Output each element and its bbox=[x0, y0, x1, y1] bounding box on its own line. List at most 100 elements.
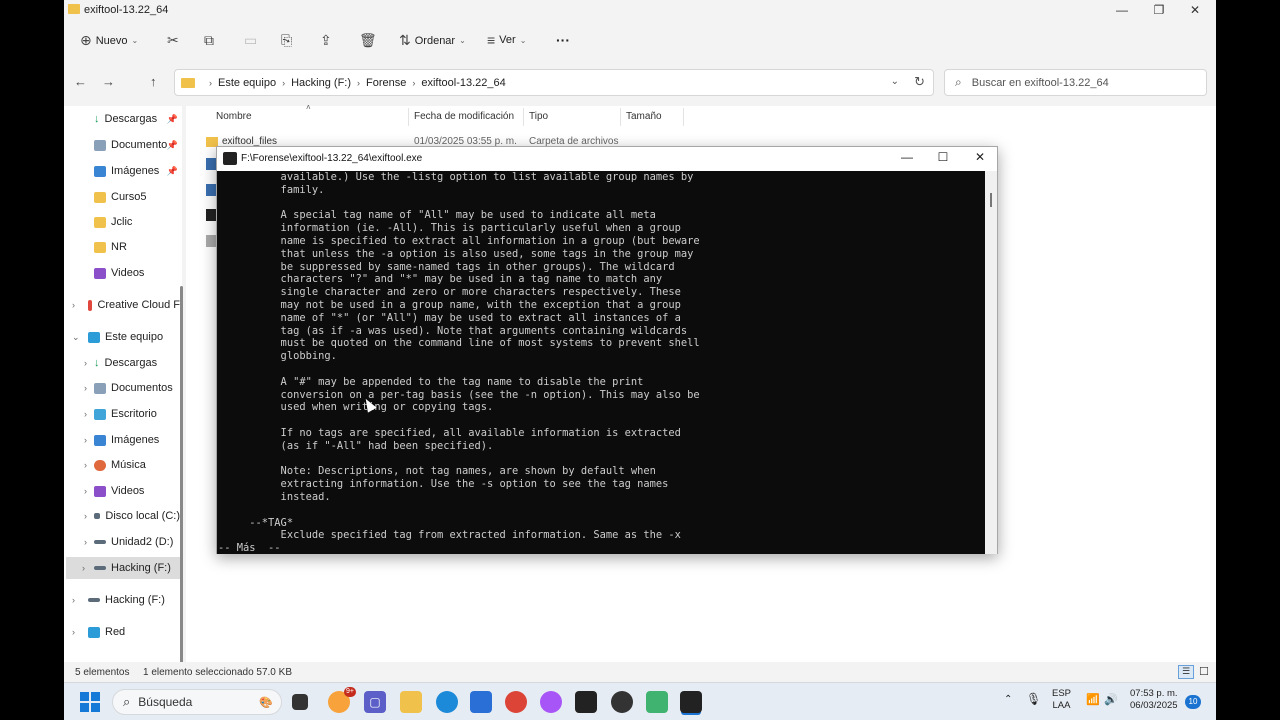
column-divider[interactable] bbox=[408, 108, 409, 126]
task-view-icon[interactable] bbox=[292, 694, 308, 710]
widgets-icon[interactable]: 9+ bbox=[328, 687, 356, 713]
edge-icon[interactable] bbox=[436, 691, 458, 713]
console-line: available.) Use the -listg option to lis… bbox=[218, 171, 694, 183]
teams-icon[interactable]: ▢ bbox=[364, 691, 386, 713]
sidebar-item-pc-descargas[interactable]: › ↓ Descargas bbox=[76, 352, 180, 374]
column-divider[interactable] bbox=[620, 108, 621, 126]
sidebar-item-pc-videos[interactable]: › Videos bbox=[76, 480, 180, 502]
language-indicator[interactable]: ESP LAA bbox=[1052, 688, 1071, 712]
copilot-icon[interactable] bbox=[540, 691, 562, 713]
sidebar-item-videos[interactable]: Videos bbox=[94, 262, 180, 284]
breadcrumb-item[interactable]: Hacking (F:) bbox=[291, 77, 351, 89]
taskbar-search[interactable]: ⌕ Búsqueda 🎨 bbox=[112, 689, 282, 715]
back-button[interactable]: ← bbox=[74, 74, 87, 89]
console-line: used when writing or copying tags. bbox=[218, 401, 494, 414]
share-button[interactable]: ⇪ bbox=[320, 32, 332, 49]
console-line: If no tags are specified, all available … bbox=[218, 426, 681, 439]
sidebar-item-hacking-f-selected[interactable]: › Hacking (F:) bbox=[66, 557, 180, 579]
sort-button[interactable]: ⇅ Ordenar ⌄ bbox=[399, 32, 466, 49]
new-button[interactable]: ⊕ Nuevo ⌄ bbox=[80, 32, 138, 49]
address-bar[interactable]: › Este equipo › Hacking (F:) › Forense ›… bbox=[174, 69, 934, 96]
sort-icon: ⇅ bbox=[399, 32, 411, 48]
start-button[interactable] bbox=[80, 692, 100, 712]
maximize-button[interactable]: ❐ bbox=[1149, 3, 1169, 17]
breadcrumb-item[interactable]: exiftool-13.22_64 bbox=[421, 77, 505, 89]
search-box[interactable]: ⌕ Buscar en exiftool-13.22_64 bbox=[944, 69, 1207, 96]
sidebar-item-curso5[interactable]: Curso5 bbox=[94, 186, 180, 208]
sidebar-item-creative-cloud[interactable]: › Creative Cloud F bbox=[64, 294, 180, 316]
new-label: Nuevo bbox=[95, 34, 128, 47]
up-button[interactable]: ↑ bbox=[150, 74, 157, 89]
clock[interactable]: 07:53 p. m. 06/03/2025 bbox=[1130, 688, 1178, 712]
volume-icon[interactable]: 🔊 bbox=[1104, 694, 1118, 706]
app-icon[interactable] bbox=[611, 691, 633, 713]
delete-button[interactable]: 🗑 bbox=[359, 32, 377, 49]
clipboard-icon: ▭ bbox=[244, 32, 258, 48]
wifi-icon[interactable]: 📶 bbox=[1086, 694, 1100, 706]
exiftool-taskbar-icon[interactable] bbox=[680, 691, 702, 713]
sidebar-item-este-equipo[interactable]: ⌄ Este equipo bbox=[64, 326, 180, 348]
console-close-button[interactable]: ✕ bbox=[969, 150, 991, 164]
sidebar-item-documento[interactable]: Documento 📌 bbox=[94, 134, 180, 156]
chevron-up-icon[interactable]: ⌃ bbox=[1004, 694, 1012, 706]
notification-badge[interactable]: 10 bbox=[1185, 695, 1201, 709]
sidebar-item-disco-c[interactable]: › Disco local (C:) bbox=[76, 505, 180, 527]
details-view-icon[interactable]: ☰ bbox=[1178, 665, 1194, 679]
console-scrollbar[interactable] bbox=[985, 171, 997, 554]
sidebar-item-pc-escritorio[interactable]: › Escritorio bbox=[76, 403, 180, 425]
file-explorer-icon[interactable] bbox=[400, 691, 422, 713]
sidebar-item-descargas[interactable]: ↓ Descargas 📌 bbox=[94, 108, 180, 130]
copy-button[interactable]: ⧉ bbox=[204, 32, 214, 49]
chrome-icon[interactable] bbox=[505, 691, 527, 713]
column-divider[interactable] bbox=[683, 108, 684, 126]
chevron-down-icon[interactable]: ⌄ bbox=[891, 76, 899, 87]
store-icon[interactable] bbox=[470, 691, 492, 713]
sidebar-item-red[interactable]: › Red bbox=[64, 621, 180, 643]
view-button[interactable]: ≡ Ver ⌄ bbox=[487, 32, 526, 48]
explorer-titlebar: exiftool-13.22_64 — ❐ ✕ bbox=[64, 0, 1216, 24]
sidebar-item-hacking-f[interactable]: › Hacking (F:) bbox=[64, 589, 180, 611]
refresh-icon[interactable]: ↻ bbox=[914, 74, 925, 90]
exe-icon bbox=[206, 209, 216, 221]
microphone-icon[interactable]: 🎙 bbox=[1026, 693, 1041, 705]
cut-button[interactable]: ✂ bbox=[167, 32, 179, 49]
sidebar-item-jclic[interactable]: Jclic bbox=[94, 211, 180, 233]
sidebar-item-nr[interactable]: NR bbox=[94, 236, 180, 258]
command-bar: ⊕ Nuevo ⌄ ✂ ⧉ ▭ ⎘ ⇪ 🗑 ⇅ Ordenar ⌄ ≡ Ver … bbox=[64, 26, 1216, 58]
sidebar-item-label: Hacking (F:) bbox=[105, 594, 165, 606]
console-minimize-button[interactable]: — bbox=[896, 150, 918, 164]
column-header-date[interactable]: Fecha de modificación bbox=[414, 111, 514, 122]
selection-info: 1 elemento seleccionado 57.0 KB bbox=[143, 667, 292, 678]
sidebar-item-imagenes[interactable]: Imágenes 📌 bbox=[94, 160, 180, 182]
scrollbar-thumb[interactable] bbox=[990, 193, 992, 207]
console-output[interactable]: available.) Use the -listg option to lis… bbox=[217, 171, 985, 554]
sidebar-item-pc-imagenes[interactable]: › Imágenes bbox=[76, 429, 180, 451]
sidebar-item-pc-musica[interactable]: › Música bbox=[76, 454, 180, 476]
chevron-right-icon: › bbox=[84, 358, 87, 368]
column-divider[interactable] bbox=[523, 108, 524, 126]
pictures-icon bbox=[94, 434, 106, 446]
terminal-icon[interactable] bbox=[575, 691, 597, 713]
close-button[interactable]: ✕ bbox=[1185, 3, 1205, 17]
console-maximize-button[interactable]: ☐ bbox=[932, 150, 954, 164]
rename-button[interactable]: ⎘ bbox=[281, 32, 292, 49]
sidebar-item-pc-documentos[interactable]: › Documentos bbox=[76, 377, 180, 399]
sidebar-scrollbar[interactable] bbox=[180, 286, 183, 720]
sidebar-item-label: Documentos bbox=[111, 382, 173, 394]
column-header-name[interactable]: Nombre bbox=[216, 111, 252, 122]
sidebar-item-unidad2-d[interactable]: › Unidad2 (D:) bbox=[76, 531, 180, 553]
forward-button[interactable]: → bbox=[102, 74, 115, 89]
chevron-down-icon: ⌄ bbox=[519, 35, 527, 45]
console-line: conversion on a per-tag basis (see the -… bbox=[218, 388, 700, 401]
breadcrumb-item[interactable]: Este equipo bbox=[218, 77, 276, 89]
column-header-size[interactable]: Tamaño bbox=[626, 111, 662, 122]
tiles-view-icon[interactable]: ☐ bbox=[1199, 665, 1209, 678]
exiftool-icon bbox=[223, 152, 237, 165]
column-header-type[interactable]: Tipo bbox=[529, 111, 548, 122]
paste-button[interactable]: ▭ bbox=[244, 32, 257, 49]
notepad-icon[interactable] bbox=[646, 691, 668, 713]
more-button[interactable]: ··· bbox=[556, 32, 570, 48]
breadcrumb-item[interactable]: Forense bbox=[366, 77, 406, 89]
minimize-button[interactable]: — bbox=[1112, 3, 1132, 17]
